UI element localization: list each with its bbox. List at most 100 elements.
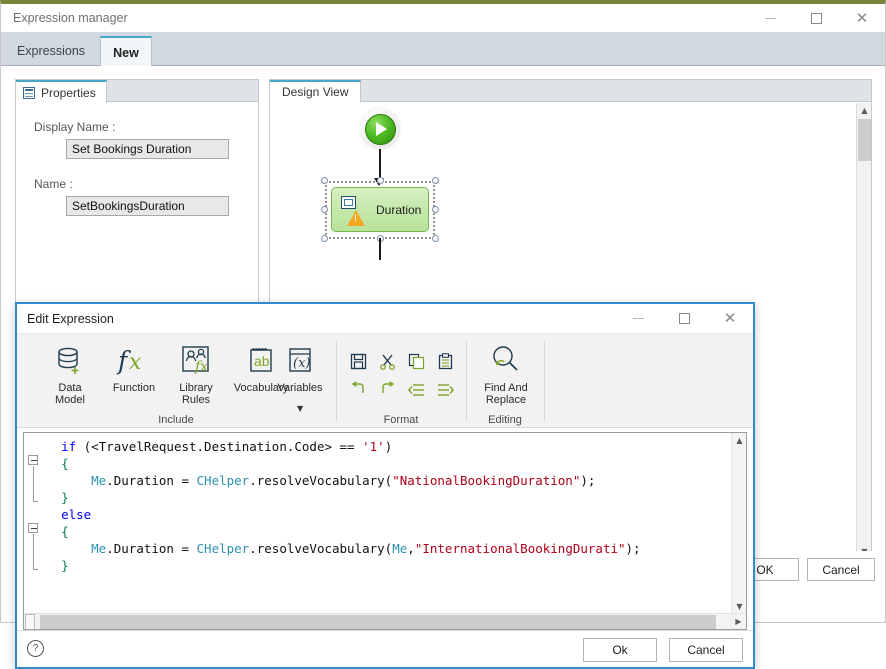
code-hscroll-grip[interactable] [25,614,35,630]
code-token: .resolveVocabulary( [249,541,392,556]
code-hscroll-thumb[interactable] [40,615,716,629]
find-and-replace-button[interactable]: Find And Replace [473,338,539,410]
code-folding-gutter[interactable] [24,433,44,613]
undo-button[interactable] [345,376,371,402]
tab-design-view[interactable]: Design View [270,80,361,103]
close-icon: ✕ [724,311,737,326]
dialog-cancel-button[interactable]: Cancel [669,638,743,662]
chevron-down-icon[interactable]: ▼ [297,404,303,413]
save-button[interactable] [345,348,371,374]
function-button[interactable]: f x Function [103,338,165,410]
cancel-button[interactable]: Cancel [807,558,875,581]
copy-button[interactable] [403,348,429,374]
design-vertical-scrollbar[interactable]: ▲ ▼ [856,103,871,559]
code-token: { [61,456,69,471]
undo-arrow-icon [350,381,367,398]
code-line: Me.Duration = CHelper.resolveVocabulary(… [46,472,641,489]
activity-label: Duration [376,203,421,217]
minimize-button[interactable] [747,4,793,32]
code-vertical-scrollbar[interactable]: ▲ ▼ [731,433,746,614]
chevron-up-icon[interactable]: ▲ [732,433,747,448]
tab-expressions[interactable]: Expressions [5,36,97,66]
design-vscroll-thumb[interactable] [858,119,871,161]
dialog-footer: ? Ok Cancel [17,630,753,667]
tab-new[interactable]: New [100,36,152,67]
warning-triangle-icon [347,210,365,226]
code-token: } [61,490,69,505]
fold-toggle-1[interactable] [28,455,38,465]
variables-x-icon: (x) [280,340,320,380]
assign-activity-icon [341,196,356,209]
activity-node-body[interactable]: Duration [331,187,429,232]
code-token: .Duration = [106,541,196,556]
expression-code-editor[interactable]: if (<TravelRequest.Destination.Code> == … [23,432,747,630]
display-name-label: Display Name : [34,120,258,134]
code-line: if (<TravelRequest.Destination.Code> == … [46,438,641,455]
code-text-content[interactable]: if (<TravelRequest.Destination.Code> == … [46,438,641,574]
code-token: Me [392,541,407,556]
variables-label-1: Variables [277,382,322,394]
dialog-minimize-button[interactable] [615,304,661,334]
variables-button[interactable]: (x) Variables ▼ [269,338,331,410]
resize-handle-e[interactable] [432,206,439,213]
redo-button[interactable] [374,376,400,402]
library-rules-label-1: Library [179,382,213,394]
code-token: ) [385,439,393,454]
code-token: } [61,558,69,573]
fold-toggle-2[interactable] [28,523,38,533]
chevron-up-icon[interactable]: ▲ [857,103,872,118]
tab-new-label: New [113,46,139,60]
code-token: (< [76,439,99,454]
code-line: } [46,557,641,574]
code-line: { [46,455,641,472]
resize-handle-nw[interactable] [321,177,328,184]
svg-text:ab: ab [254,353,270,369]
code-token: .resolveVocabulary( [249,473,392,488]
name-input[interactable]: SetBookingsDuration [66,196,229,216]
dialog-maximize-button[interactable] [661,304,707,334]
redo-arrow-icon [379,381,396,398]
resize-handle-w[interactable] [321,206,328,213]
tab-design-view-label: Design View [282,85,348,99]
code-line: Me.Duration = CHelper.resolveVocabulary(… [46,540,641,557]
dialog-ok-button[interactable]: Ok [583,638,657,662]
cut-button[interactable] [374,348,400,374]
chevron-right-icon[interactable]: ▶ [731,614,746,629]
workflow-start-node[interactable] [360,109,400,149]
library-rules-icon: fx [176,340,216,380]
resize-handle-sw[interactable] [321,235,328,242]
dialog-ribbon: Data Model f x Function [17,334,753,428]
ribbon-group-include-label: Include [17,414,335,426]
code-line: else [46,506,641,523]
window-titlebar: Expression manager ✕ [1,4,885,32]
tab-properties[interactable]: Properties [16,80,107,103]
display-name-input[interactable]: Set Bookings Duration [66,139,229,159]
ribbon-group-editing: Find And Replace Editing [467,334,543,428]
ribbon-group-format-label: Format [337,414,465,426]
svg-text:(x): (x) [293,356,310,371]
code-horizontal-scrollbar[interactable]: ◀ ▶ [24,613,746,629]
close-button[interactable]: ✕ [839,4,885,32]
ribbon-group-include: Data Model f x Function [17,334,335,428]
indent-button[interactable] [432,376,458,402]
maximize-button[interactable] [793,4,839,32]
data-model-button[interactable]: Data Model [39,338,101,410]
resize-handle-n[interactable] [377,177,384,184]
code-token: > == [324,439,362,454]
library-rules-button[interactable]: fx Library Rules [165,338,227,410]
fold-bracket-foot-1 [33,501,38,502]
edit-expression-dialog: Edit Expression ✕ [15,302,755,669]
name-label: Name : [34,177,258,191]
outdent-button[interactable] [403,376,429,402]
dialog-close-button[interactable]: ✕ [707,304,753,334]
svg-text:x: x [129,350,142,375]
resize-handle-se[interactable] [432,235,439,242]
code-token: TravelRequest.Destination.Code [99,439,325,454]
paste-button[interactable] [432,348,458,374]
activity-node-duration[interactable]: Duration [325,181,435,239]
help-question-icon[interactable]: ? [27,640,44,657]
ribbon-separator-3 [544,341,545,421]
chevron-down-icon[interactable]: ▼ [732,599,747,614]
resize-handle-ne[interactable] [432,177,439,184]
function-label-1: Function [113,382,155,394]
